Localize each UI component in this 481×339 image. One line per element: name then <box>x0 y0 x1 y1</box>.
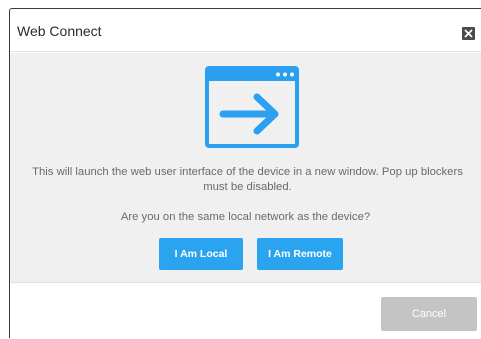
dialog-footer: Cancel <box>10 284 481 339</box>
dialog-title: Web Connect <box>17 23 102 39</box>
close-icon <box>464 29 473 38</box>
i-am-remote-button[interactable]: I Am Remote <box>257 238 343 270</box>
cancel-button[interactable]: Cancel <box>381 297 477 331</box>
dialog-header: Web Connect <box>10 9 481 52</box>
launch-window-arrow-icon <box>205 66 299 148</box>
network-question: Are you on the same local network as the… <box>120 211 371 223</box>
web-connect-dialog: Web Connect This will launch the web use… <box>9 8 481 339</box>
launch-message: This will launch the web user interface … <box>32 166 463 193</box>
close-button[interactable] <box>462 27 475 40</box>
i-am-local-button[interactable]: I Am Local <box>159 238 243 270</box>
dialog-body: This will launch the web user interface … <box>10 53 481 283</box>
